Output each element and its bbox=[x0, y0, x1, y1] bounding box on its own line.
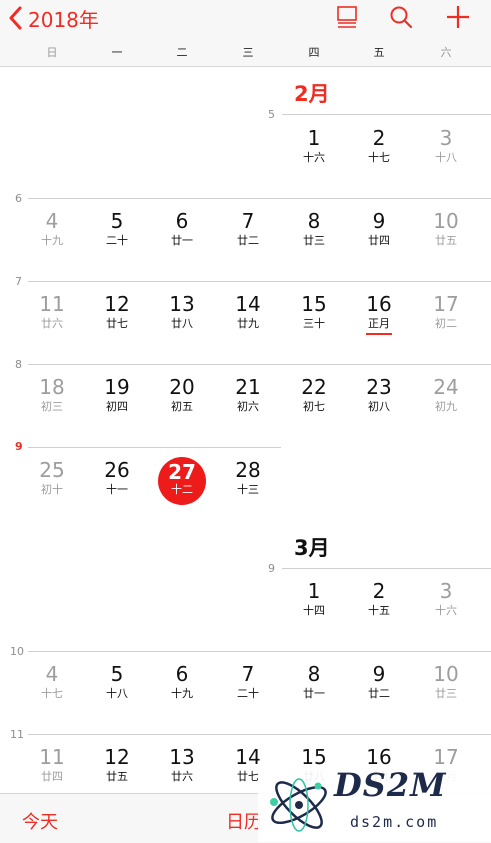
day-feb-10[interactable]: 10 廿五 bbox=[416, 210, 476, 248]
day-feb-8[interactable]: 8 廿三 bbox=[284, 210, 344, 248]
day-feb-7[interactable]: 7 廿二 bbox=[218, 210, 278, 248]
day-feb-20[interactable]: 20 初五 bbox=[152, 376, 212, 414]
nav-header: 2018年 日 一 二 三 四 五 六 bbox=[0, 0, 491, 67]
weekday-sat: 六 bbox=[440, 46, 452, 59]
watermark-brand: DS2M bbox=[334, 766, 447, 804]
day-mar-13[interactable]: 13 廿六 bbox=[152, 746, 212, 784]
weekday-fri: 五 bbox=[373, 46, 385, 59]
day-feb-22[interactable]: 22 初七 bbox=[284, 376, 344, 414]
weekday-wed: 三 bbox=[242, 46, 254, 59]
week-number: 7 bbox=[15, 275, 22, 288]
day-feb-21[interactable]: 21 初六 bbox=[218, 376, 278, 414]
day-feb-19[interactable]: 19 初四 bbox=[87, 376, 147, 414]
week-number: 10 bbox=[10, 645, 24, 658]
week-separator bbox=[282, 568, 491, 569]
atom-logo-icon bbox=[270, 778, 327, 832]
watermark-site: ds2m.com bbox=[350, 813, 439, 831]
day-feb-11[interactable]: 11 廿六 bbox=[22, 293, 82, 331]
holiday-underline bbox=[366, 333, 392, 335]
list-view-icon[interactable] bbox=[334, 4, 360, 30]
week-number: 11 bbox=[10, 728, 24, 741]
calendars-button[interactable]: 日历 bbox=[226, 808, 262, 834]
day-mar-2[interactable]: 2 十五 bbox=[349, 580, 409, 618]
day-feb-16[interactable]: 16 正月 bbox=[349, 293, 409, 335]
day-feb-3[interactable]: 3 十八 bbox=[416, 127, 476, 165]
week-separator bbox=[28, 364, 491, 365]
back-label: 2018年 bbox=[28, 7, 99, 32]
day-feb-12[interactable]: 12 廿七 bbox=[87, 293, 147, 331]
week-separator bbox=[28, 734, 491, 735]
month-title-mar[interactable]: 3月 bbox=[294, 532, 330, 562]
day-feb-14[interactable]: 14 廿九 bbox=[218, 293, 278, 331]
day-feb-1[interactable]: 1 十六 bbox=[284, 127, 344, 165]
day-feb-4[interactable]: 4 十九 bbox=[22, 210, 82, 248]
day-feb-27-today[interactable]: 27 十二 bbox=[158, 457, 206, 505]
day-feb-17[interactable]: 17 初二 bbox=[416, 293, 476, 331]
day-feb-13[interactable]: 13 廿八 bbox=[152, 293, 212, 331]
day-mar-4[interactable]: 4 十七 bbox=[22, 663, 82, 701]
month-title-feb[interactable]: 2月 bbox=[294, 78, 330, 108]
back-to-year-button[interactable]: 2018年 bbox=[8, 2, 99, 34]
day-mar-5[interactable]: 5 十八 bbox=[87, 663, 147, 701]
weekday-tue: 二 bbox=[176, 46, 188, 59]
day-feb-18[interactable]: 18 初三 bbox=[22, 376, 82, 414]
week-separator bbox=[28, 651, 491, 652]
week-number: 6 bbox=[15, 192, 22, 205]
day-feb-6[interactable]: 6 廿一 bbox=[152, 210, 212, 248]
weekday-sun: 日 bbox=[46, 46, 58, 59]
week-separator bbox=[28, 281, 491, 282]
day-feb-24[interactable]: 24 初九 bbox=[416, 376, 476, 414]
day-feb-5[interactable]: 5 二十 bbox=[87, 210, 147, 248]
day-mar-6[interactable]: 6 十九 bbox=[152, 663, 212, 701]
day-mar-3[interactable]: 3 十六 bbox=[416, 580, 476, 618]
weekday-header: 日 一 二 三 四 五 六 bbox=[0, 44, 491, 62]
week-number: 5 bbox=[268, 108, 275, 121]
current-week-number: 9 bbox=[15, 440, 23, 453]
week-number: 9 bbox=[268, 562, 275, 575]
weekday-thu: 四 bbox=[308, 46, 320, 59]
search-icon[interactable] bbox=[388, 4, 414, 30]
day-mar-10[interactable]: 10 廿三 bbox=[416, 663, 476, 701]
day-mar-12[interactable]: 12 廿五 bbox=[87, 746, 147, 784]
day-feb-15[interactable]: 15 三十 bbox=[284, 293, 344, 331]
day-mar-9[interactable]: 9 廿二 bbox=[349, 663, 409, 701]
day-mar-7[interactable]: 7 二十 bbox=[218, 663, 278, 701]
day-feb-23[interactable]: 23 初八 bbox=[349, 376, 409, 414]
day-feb-2[interactable]: 2 十七 bbox=[349, 127, 409, 165]
day-mar-11[interactable]: 11 廿四 bbox=[22, 746, 82, 784]
day-feb-25[interactable]: 25 初十 bbox=[22, 459, 82, 497]
week-separator bbox=[282, 114, 491, 115]
day-feb-9[interactable]: 9 廿四 bbox=[349, 210, 409, 248]
chevron-left-icon bbox=[9, 6, 22, 30]
weekday-mon: 一 bbox=[111, 46, 123, 59]
week-number: 8 bbox=[15, 358, 22, 371]
today-button[interactable]: 今天 bbox=[22, 808, 58, 834]
add-icon[interactable] bbox=[445, 4, 471, 30]
day-feb-26[interactable]: 26 十一 bbox=[87, 459, 147, 497]
day-mar-1[interactable]: 1 十四 bbox=[284, 580, 344, 618]
week-separator bbox=[28, 198, 491, 199]
day-feb-28[interactable]: 28 十三 bbox=[218, 459, 278, 497]
week-separator bbox=[28, 447, 281, 448]
day-mar-8[interactable]: 8 廿一 bbox=[284, 663, 344, 701]
